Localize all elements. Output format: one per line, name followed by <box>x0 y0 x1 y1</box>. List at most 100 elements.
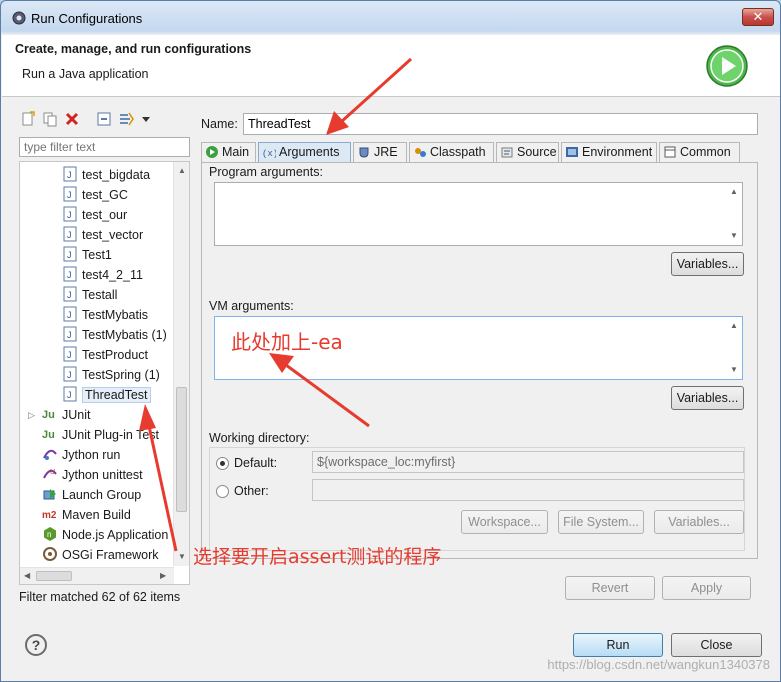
file-system-button[interactable]: File System... <box>558 510 644 534</box>
other-radio[interactable] <box>216 485 229 498</box>
horizontal-scroll-thumb[interactable] <box>36 571 72 581</box>
new-config-icon[interactable] <box>20 111 36 127</box>
jython-icon <box>43 449 57 460</box>
main-tab-icon <box>206 146 218 158</box>
program-arguments-label: Program arguments: <box>209 165 323 179</box>
close-window-button[interactable]: ✕ <box>742 8 774 26</box>
revert-button[interactable]: Revert <box>565 576 655 600</box>
run-button[interactable]: Run <box>573 633 663 657</box>
tree-item[interactable]: J TestProduct <box>62 346 148 364</box>
nodejs-icon: n <box>44 527 56 541</box>
tree-item[interactable]: Ju JUnit Plug-in Test <box>42 426 159 444</box>
default-dir-field: ${workspace_loc:myfirst} <box>312 451 744 473</box>
apply-button[interactable]: Apply <box>662 576 751 600</box>
java-app-icon: J <box>63 326 77 342</box>
tab-arguments[interactable]: (x)=Arguments <box>258 142 351 162</box>
help-icon[interactable]: ? <box>25 634 47 656</box>
dialog-body: Jtest_bigdata Jtest_GC Jtest_our Jtest_vect… <box>2 98 780 681</box>
config-tree: Jtest_bigdata Jtest_GC Jtest_our Jtest_vect… <box>19 161 190 585</box>
tab-label: Common <box>680 145 731 159</box>
tree-item[interactable]: OSGi Framework <box>42 546 159 564</box>
tree-item[interactable]: m2 Maven Build <box>42 506 131 524</box>
program-variables-button[interactable]: Variables... <box>671 252 744 276</box>
osgi-icon <box>43 547 57 561</box>
close-button[interactable]: Close <box>671 633 762 657</box>
arguments-tab-icon: (x)= <box>262 149 276 159</box>
workdir-variables-button[interactable]: Variables... <box>654 510 744 534</box>
name-input[interactable] <box>243 113 758 135</box>
tree-horizontal-scrollbar[interactable]: ◀ ▶ <box>20 567 174 584</box>
name-label: Name: <box>201 117 238 131</box>
window-title: Run Configurations <box>31 11 143 26</box>
tree-item-label: OSGi Framework <box>62 548 159 562</box>
delete-icon[interactable] <box>64 111 80 127</box>
duplicate-icon[interactable] <box>42 111 58 127</box>
svg-text:J: J <box>67 170 72 180</box>
workspace-button[interactable]: Workspace... <box>461 510 548 534</box>
program-args-scrollbar[interactable]: ▲ ▼ <box>725 183 742 245</box>
tab-label: JRE <box>374 145 398 159</box>
tree-item[interactable]: J TestMybatis <box>62 306 148 324</box>
tree-item-label: Launch Group <box>62 488 142 502</box>
dropdown-arrow-icon[interactable] <box>138 111 154 127</box>
tree-item[interactable]: J TestSpring (1) <box>62 366 160 384</box>
tree-item[interactable]: n Node.js Application <box>42 526 168 544</box>
working-directory-label: Working directory: <box>209 431 310 445</box>
svg-text:J: J <box>67 230 72 240</box>
tree-vertical-scrollbar[interactable]: ▲ ▼ <box>173 162 189 566</box>
tree-item-label: TestProduct <box>82 348 149 362</box>
tree-item[interactable]: U Jython unittest <box>42 466 143 484</box>
tab-environment[interactable]: Environment <box>561 142 657 162</box>
tree-item-label: Jython unittest <box>62 468 143 482</box>
tab-main[interactable]: Main <box>201 142 256 162</box>
tree-item-label: TestMybatis <box>82 308 148 322</box>
java-app-icon: J <box>63 246 77 262</box>
arguments-tab-pane: Program arguments: ▲ ▼ Variables... VM a… <box>201 162 758 559</box>
expand-arrow-icon[interactable]: ▷ <box>28 406 35 424</box>
java-app-icon: J <box>63 166 77 182</box>
java-app-icon: J <box>63 286 77 302</box>
tree-item-label: test_vector <box>82 228 144 242</box>
vm-args-scrollbar[interactable]: ▲ ▼ <box>725 317 742 379</box>
tree-item[interactable]: Jtest_our <box>62 206 127 224</box>
tree-item[interactable]: J TestMybatis (1) <box>62 326 167 344</box>
tree-item[interactable]: Jtest_GC <box>62 186 128 204</box>
common-tab-icon <box>664 146 676 158</box>
java-app-icon: J <box>63 346 77 362</box>
tree-item-label: TestSpring (1) <box>82 368 160 382</box>
vertical-scroll-thumb[interactable] <box>176 387 187 512</box>
junit-icon: Ju <box>42 409 55 421</box>
tab-source[interactable]: Source <box>496 142 559 162</box>
vm-variables-button[interactable]: Variables... <box>671 386 744 410</box>
tree-item[interactable]: Jtest_vector <box>62 226 143 244</box>
svg-text:J: J <box>67 250 72 260</box>
title-bar: Run Configurations ✕ <box>1 1 780 35</box>
filter-matched-text: Filter matched 62 of 62 items <box>19 590 181 604</box>
collapse-all-icon[interactable] <box>96 111 112 127</box>
svg-text:Ju: Ju <box>42 429 55 441</box>
tree-item[interactable]: J Test1 <box>62 246 112 264</box>
tree-item[interactable]: ▷ Ju JUnit <box>28 406 90 424</box>
tab-common[interactable]: Common <box>659 142 740 162</box>
tab-label: Arguments <box>279 145 340 159</box>
tab-jre[interactable]: JRE <box>353 142 407 162</box>
tree-item[interactable]: Jtest_bigdata <box>62 166 150 184</box>
other-dir-field[interactable] <box>312 479 744 501</box>
svg-text:n: n <box>47 530 51 539</box>
tree-item[interactable]: J ThreadTest <box>62 386 151 404</box>
tab-classpath[interactable]: Classpath <box>409 142 494 162</box>
program-arguments-textarea[interactable]: ▲ ▼ <box>214 182 743 246</box>
filter-icon[interactable] <box>118 111 134 127</box>
svg-text:m2: m2 <box>42 510 57 521</box>
tree-item-label: test_bigdata <box>82 168 151 182</box>
tree-item-label: Node.js Application <box>62 528 169 542</box>
tree-item[interactable]: J Testall <box>62 286 117 304</box>
tree-item[interactable]: Launch Group <box>42 486 141 504</box>
tree-item[interactable]: Jtest4_2_11 <box>62 266 143 284</box>
default-label: Default: <box>234 456 278 470</box>
vm-annotation-text: 此处加上-ea <box>231 330 343 354</box>
default-radio[interactable] <box>216 457 229 470</box>
filter-input[interactable] <box>19 137 190 157</box>
tree-item[interactable]: Jython run <box>42 446 120 464</box>
svg-text:U: U <box>50 469 55 476</box>
